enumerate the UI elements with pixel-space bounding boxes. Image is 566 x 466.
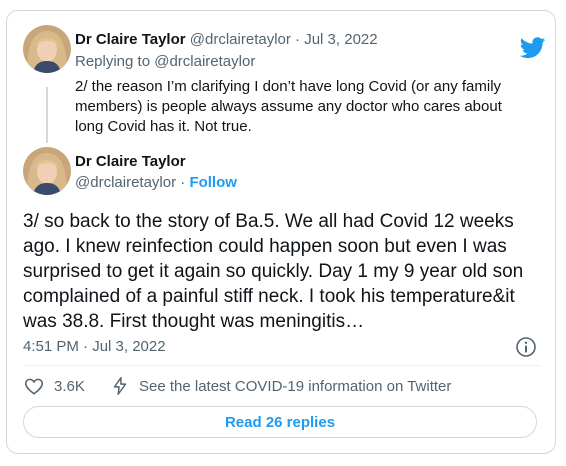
like-count[interactable]: 3.6K (54, 375, 85, 399)
twitter-bird-icon[interactable] (520, 37, 546, 59)
thread-connector-line (46, 87, 48, 143)
parent-author-row: Dr Claire Taylor @drclairetaylor · Jul 3… (75, 30, 378, 50)
main-separator: · (180, 174, 186, 191)
parent-date[interactable]: Jul 3, 2022 (304, 31, 377, 48)
replying-to-label: Replying to (75, 53, 151, 70)
replying-to-row: Replying to @drclairetaylor (75, 52, 255, 72)
main-author-name[interactable]: Dr Claire Taylor (75, 153, 186, 170)
main-tweet-text: 3/ so back to the story of Ba.5. We all … (23, 211, 524, 332)
divider (23, 365, 541, 366)
avatar-photo-icon (23, 25, 71, 73)
lightning-icon[interactable] (109, 375, 131, 397)
parent-author-handle[interactable]: @drclairetaylor (190, 31, 291, 48)
parent-avatar[interactable] (23, 25, 71, 73)
parent-author-name[interactable]: Dr Claire Taylor (75, 31, 186, 48)
embedded-tweet-card[interactable]: Dr Claire Taylor @drclairetaylor · Jul 3… (6, 10, 556, 454)
parent-tweet-text: 2/ the reason I’m clarifying I don’t hav… (75, 78, 502, 135)
main-avatar[interactable] (23, 147, 71, 195)
read-replies-button[interactable]: Read 26 replies (23, 406, 537, 438)
covid-info-link[interactable]: See the latest COVID-19 information on T… (139, 375, 451, 399)
info-icon[interactable] (515, 336, 537, 358)
main-author-name-row: Dr Claire Taylor (75, 152, 186, 172)
main-author-handle[interactable]: @drclairetaylor (75, 174, 176, 191)
heart-icon[interactable] (23, 375, 45, 397)
tweet-timestamp[interactable]: 4:51 PM · Jul 3, 2022 (23, 337, 166, 357)
avatar-photo-icon (23, 147, 71, 195)
follow-link[interactable]: Follow (189, 174, 237, 191)
main-handle-row: @drclairetaylor · Follow (75, 173, 237, 193)
parent-separator: · (295, 31, 301, 48)
replying-to-handle[interactable]: @drclairetaylor (154, 53, 255, 70)
